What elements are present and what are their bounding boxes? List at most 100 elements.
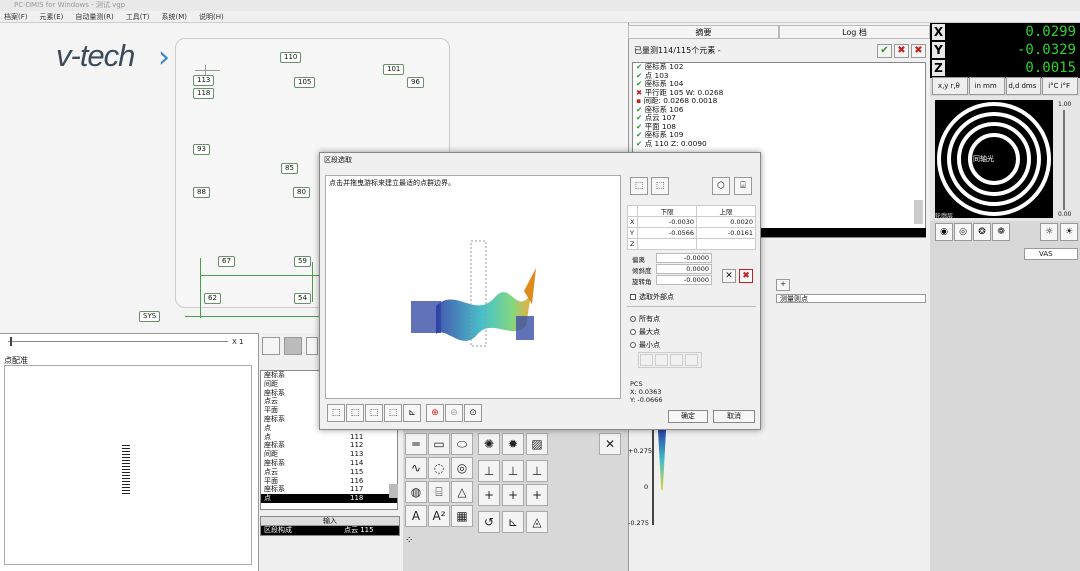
feature-row[interactable]: 点云 115 — [261, 468, 397, 477]
dro-value[interactable]: -0.0329 — [948, 42, 1078, 58]
light-ring-2-icon[interactable]: ◎ — [954, 223, 972, 241]
cad-feature-tag[interactable]: 93 — [193, 144, 210, 155]
add-icon[interactable]: + — [776, 279, 790, 291]
limit-y-upper[interactable]: -0.0161 — [696, 227, 756, 239]
vas-dropdown[interactable]: VAS — [1024, 248, 1078, 260]
cad-feature-tag[interactable]: 88 — [193, 187, 210, 198]
zoom-slider-handle[interactable] — [10, 337, 12, 346]
point-cloud-canvas[interactable] — [325, 175, 621, 399]
point-cloud-icon[interactable]: ⁘ — [405, 535, 427, 553]
axis-z-button[interactable] — [670, 354, 683, 366]
translate-x-icon[interactable]: + — [478, 484, 500, 506]
view-cube-2-icon[interactable]: ⬚ — [346, 404, 364, 422]
light-ring-3-icon[interactable]: ❂ — [973, 223, 991, 241]
param-rotation-field[interactable]: -0.0000 — [656, 275, 712, 285]
light-dim-icon[interactable]: ☼ — [1040, 223, 1058, 241]
unit-toggle-3[interactable]: i°C i°F — [1042, 77, 1078, 95]
calculator-tool-icon[interactable]: ▦ — [451, 505, 473, 527]
feature-row[interactable]: 间距 113 — [261, 450, 397, 459]
gear-circle-2-icon[interactable]: ✹ — [502, 433, 524, 455]
log-scrollbar[interactable] — [914, 200, 923, 224]
axis-w-button[interactable] — [685, 354, 698, 366]
light-ring-1-icon[interactable]: ◉ — [935, 223, 953, 241]
axis-set-icon[interactable]: ⊾ — [502, 511, 524, 533]
probe-view[interactable] — [935, 100, 1053, 218]
view-front-icon[interactable] — [306, 337, 318, 355]
dro-value[interactable]: 0.0015 — [948, 60, 1078, 76]
cad-feature-tag[interactable]: 85 — [281, 163, 298, 174]
menu-item-4[interactable]: 系统(M) — [161, 11, 187, 22]
limit-x-lower[interactable]: -0.0030 — [637, 216, 697, 228]
limit-z-upper[interactable] — [696, 238, 756, 250]
radio-max-point[interactable]: 最大点 — [630, 327, 660, 337]
clear-icon[interactable]: ✕ — [722, 269, 736, 283]
feature-row[interactable]: 座标系 112 — [261, 441, 397, 450]
rectangle-tool-icon[interactable]: ▭ — [428, 433, 450, 455]
log-row[interactable]: ✔ 点云 107 — [636, 113, 925, 123]
translate-z-icon[interactable]: + — [526, 484, 548, 506]
tab-log[interactable]: Log 档 — [779, 25, 930, 39]
radio-min-point[interactable]: 最小点 — [630, 340, 660, 350]
triangle-set-icon[interactable]: ◬ — [526, 511, 548, 533]
view-iso-icon[interactable] — [262, 337, 280, 355]
blob-tool-icon[interactable]: ◌ — [428, 457, 450, 479]
light-slider[interactable] — [1063, 110, 1065, 210]
cad-feature-tag[interactable]: 101 — [383, 64, 405, 75]
zoom-out-icon[interactable]: ⊖ — [445, 404, 463, 422]
delete-icon[interactable]: ✖ — [739, 269, 753, 283]
cylinder-tool-icon[interactable]: ⌸ — [428, 481, 450, 503]
light-ring-4-icon[interactable]: ❁ — [992, 223, 1010, 241]
log-row[interactable]: ✔ 座标系 102 — [636, 63, 925, 72]
cylinder-view-icon[interactable]: ⌸ — [734, 177, 752, 195]
cad-feature-tag[interactable]: 113 — [193, 75, 215, 86]
select-xy-icon[interactable]: ⬚ — [630, 177, 648, 195]
ring-tool-icon[interactable]: ◎ — [451, 457, 473, 479]
menu-item-0[interactable]: 档案(F) — [4, 11, 28, 22]
view-cube-3-icon[interactable]: ⬚ — [365, 404, 383, 422]
param-offset-field[interactable]: -0.0000 — [656, 253, 712, 263]
sphere-tool-icon[interactable]: ◍ — [405, 481, 427, 503]
cad-feature-tag[interactable]: 118 — [193, 88, 215, 99]
light-bright-icon[interactable]: ☀ — [1060, 223, 1078, 241]
log-row[interactable]: ✔ 点 110 Z: 0.0090 — [636, 139, 925, 149]
zoom-in-icon[interactable]: ⊕ — [426, 404, 444, 422]
feature-row[interactable]: 座标系 117 — [261, 485, 397, 494]
text-style-tool-icon[interactable]: A² — [428, 505, 450, 527]
align-x-icon[interactable]: ⊥ — [478, 460, 500, 482]
unit-toggle-0[interactable]: x,y r,θ — [932, 77, 968, 95]
reject-icon[interactable]: ✖ — [894, 44, 909, 58]
axis-view-icon[interactable]: ⊾ — [403, 404, 421, 422]
menu-item-3[interactable]: 工具(T) — [126, 11, 150, 22]
limit-z-lower[interactable] — [637, 238, 697, 250]
view-cube-1-icon[interactable]: ⬚ — [327, 404, 345, 422]
zoom-slider[interactable] — [8, 341, 228, 342]
outer-points-checkbox[interactable]: 选取外部点 — [630, 292, 674, 302]
unit-toggle-2[interactable]: d,d dms — [1005, 77, 1042, 95]
align-z-icon[interactable]: ⊥ — [526, 460, 548, 482]
cone-tool-icon[interactable]: △ — [451, 481, 473, 503]
tab-summary[interactable]: 摘要 — [628, 25, 779, 39]
feature-row[interactable]: 座标系 114 — [261, 459, 397, 468]
dro-value[interactable]: 0.0299 — [948, 24, 1078, 40]
cad-feature-tag[interactable]: 105 — [294, 77, 316, 88]
param-tilt-field[interactable]: 0.0000 — [656, 264, 712, 274]
translate-y-icon[interactable]: + — [502, 484, 524, 506]
text-tool-icon[interactable]: A — [405, 505, 427, 527]
feature-row[interactable]: 点 118 — [261, 494, 397, 503]
input-row-value[interactable]: 点云 115 — [344, 526, 374, 535]
cad-feature-tag[interactable]: 62 — [204, 293, 221, 304]
zoom-fit-icon[interactable]: ⊙ — [464, 404, 482, 422]
view-solid-icon[interactable] — [284, 337, 302, 355]
limit-x-upper[interactable]: 0.0020 — [696, 216, 756, 228]
cube-view-icon[interactable]: ⬡ — [712, 177, 730, 195]
menu-item-2[interactable]: 自动量测(R) — [75, 11, 113, 22]
axis-y-button[interactable] — [655, 354, 668, 366]
cad-feature-tag[interactable]: SYS — [139, 311, 161, 322]
gear-circle-icon[interactable]: ✺ — [478, 433, 500, 455]
menu-item-1[interactable]: 元素(E) — [40, 11, 64, 22]
view-cube-4-icon[interactable]: ⬚ — [384, 404, 402, 422]
select-z-icon[interactable]: ⬚ — [651, 177, 669, 195]
slot-tool-icon[interactable]: ⬭ — [451, 433, 473, 455]
origin-tool-icon[interactable]: ✕ — [599, 433, 621, 455]
cad-feature-tag[interactable]: 96 — [407, 77, 424, 88]
